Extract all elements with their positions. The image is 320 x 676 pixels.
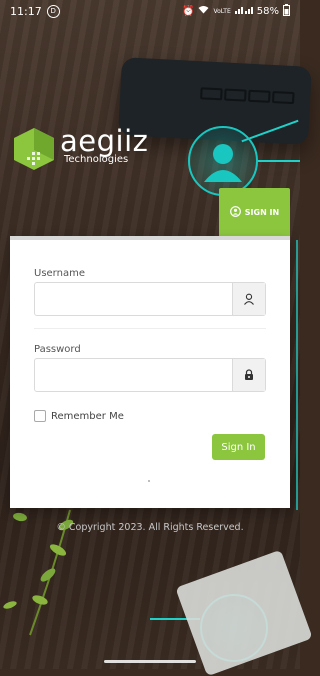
password-field-group xyxy=(34,358,266,392)
field-divider xyxy=(34,328,266,329)
password-input[interactable] xyxy=(35,359,232,391)
remember-me-checkbox[interactable] xyxy=(34,410,46,422)
status-bar: 11:17 D ⏰ VoLTE 58% xyxy=(0,0,300,22)
username-field-group xyxy=(34,282,266,316)
loading-dot xyxy=(148,480,150,482)
brand-name: aegiiz xyxy=(60,124,149,158)
alarm-icon: ⏰ xyxy=(182,5,195,17)
username-input[interactable] xyxy=(35,283,232,315)
lock-icon xyxy=(232,359,265,391)
sign-in-button[interactable]: Sign In xyxy=(212,434,265,460)
copyright-text: © Copyright 2023. All Rights Reserved. xyxy=(56,522,244,533)
home-indicator[interactable] xyxy=(104,660,196,663)
password-label: Password xyxy=(34,344,81,355)
network-line xyxy=(296,240,298,510)
login-card: Username Password Remember Me Sign In xyxy=(10,236,290,508)
notification-badge: D xyxy=(46,4,60,18)
brand-logo: aegiiz Technologies xyxy=(12,126,148,172)
battery-level: 58% xyxy=(256,5,279,17)
network-node xyxy=(188,126,258,196)
signal-icon xyxy=(234,5,253,17)
tab-sign-in-label: SIGN IN xyxy=(244,207,280,217)
username-label: Username xyxy=(34,268,85,279)
user-icon xyxy=(232,283,265,315)
remember-me-label: Remember Me xyxy=(51,410,124,422)
network-line xyxy=(256,160,300,162)
tab-sign-in[interactable]: SIGN IN xyxy=(219,188,290,236)
logo-icon xyxy=(12,126,56,172)
wifi-icon xyxy=(198,5,209,17)
battery-icon xyxy=(283,3,290,19)
network-label: VoLTE xyxy=(213,7,231,15)
status-time: 11:17 xyxy=(10,4,42,18)
signin-user-icon xyxy=(229,205,241,219)
remember-me[interactable]: Remember Me xyxy=(34,410,124,422)
